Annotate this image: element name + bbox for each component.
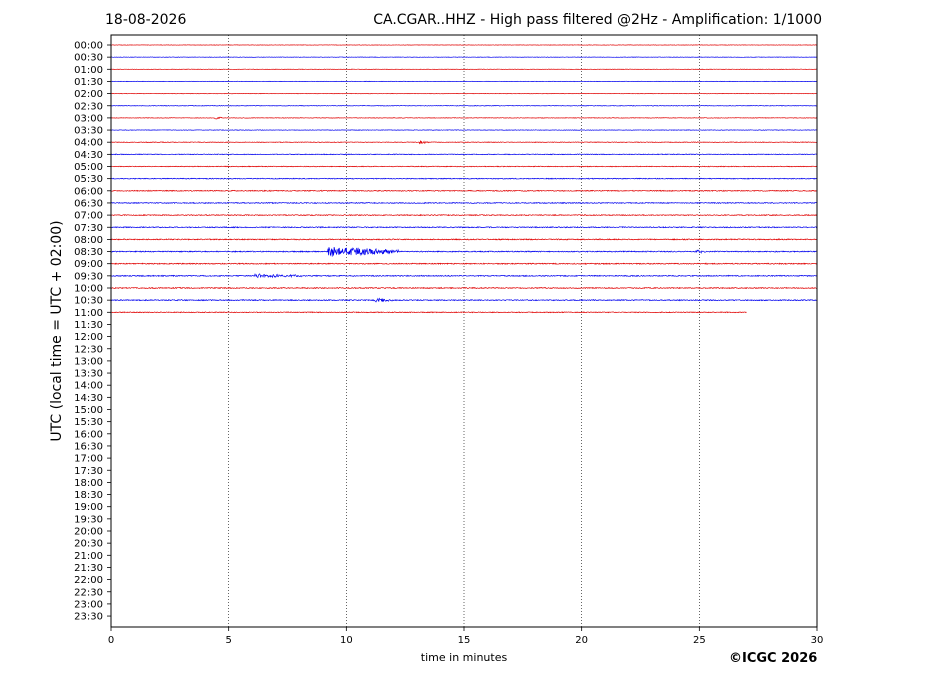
y-tick-label: 12:00	[74, 332, 103, 343]
y-tick-label: 11:00	[74, 308, 103, 319]
y-tick-label: 12:30	[74, 344, 103, 355]
y-tick-label: 05:00	[74, 162, 103, 173]
y-tick-label: 01:00	[74, 65, 103, 76]
y-tick-label: 11:30	[74, 320, 103, 331]
y-tick-label: 15:00	[74, 405, 103, 416]
trace-0500	[110, 165, 818, 168]
y-tick-label: 20:30	[74, 539, 103, 550]
y-tick-label: 02:00	[74, 89, 103, 100]
y-tick-label: 20:00	[74, 527, 103, 538]
y-tick-label: 18:00	[74, 478, 103, 489]
y-tick-label: 09:00	[74, 259, 103, 270]
trace-0230	[110, 105, 818, 107]
y-tick-label: 04:00	[74, 138, 103, 149]
x-tick-label: 10	[340, 635, 353, 646]
y-tick-label: 23:30	[74, 612, 103, 623]
y-tick-label: 19:30	[74, 514, 103, 525]
trace-0900	[110, 262, 818, 265]
y-tick-label: 16:30	[74, 441, 103, 452]
trace-0530	[110, 177, 818, 180]
y-tick-label: 22:30	[74, 587, 103, 598]
y-tick-label: 06:30	[74, 198, 103, 209]
y-tick-label: 17:30	[74, 466, 103, 477]
y-tick-label: 13:00	[74, 356, 103, 367]
copyright-label: ©ICGC 2026	[729, 651, 818, 666]
plot-frame	[110, 34, 818, 628]
y-tick-label: 02:30	[74, 101, 103, 112]
trace-0430	[110, 153, 818, 156]
trace-1030	[110, 297, 818, 303]
y-tick-label: 10:30	[74, 296, 103, 307]
y-tick-label: 00:00	[74, 41, 103, 52]
y-tick-label: 14:30	[74, 393, 103, 404]
trace-0330	[110, 129, 818, 131]
y-tick-label: 18:30	[74, 490, 103, 501]
y-tick-label: 07:00	[74, 211, 103, 222]
x-tick-label: 25	[693, 635, 706, 646]
y-tick-label: 05:30	[74, 174, 103, 185]
y-tick-label: 21:00	[74, 551, 103, 562]
trace-0700	[110, 213, 818, 217]
x-tick-label: 15	[458, 635, 471, 646]
trace-0930	[110, 273, 818, 279]
y-tick-label: 01:30	[74, 77, 103, 88]
y-tick-label: 08:00	[74, 235, 103, 246]
trace-0730	[110, 226, 818, 229]
trace-0630	[110, 201, 818, 205]
y-tick-label: 03:30	[74, 126, 103, 137]
y-tick-label: 15:30	[74, 417, 103, 428]
y-tick-label: 06:00	[74, 186, 103, 197]
y-tick-label: 17:00	[74, 454, 103, 465]
helicorder-plot: 00:0000:3001:0001:3002:0002:3003:00 03:30…	[74, 34, 824, 646]
y-tick-label: 13:30	[74, 369, 103, 380]
trace-0300	[110, 116, 818, 120]
y-tick-label: 22:00	[74, 575, 103, 586]
y-axis-label: UTC (local time = UTC + 02:00)	[49, 220, 65, 442]
y-tick-label: 08:30	[74, 247, 103, 258]
y-tick-label: 10:00	[74, 284, 103, 295]
x-tick-label: 5	[225, 635, 231, 646]
y-tick-label: 16:00	[74, 429, 103, 440]
y-tick-label: 03:00	[74, 113, 103, 124]
y-tick-label: 19:00	[74, 502, 103, 513]
trace-0800	[110, 238, 818, 241]
x-tick-label: 0	[108, 635, 114, 646]
y-tick-label: 23:00	[74, 599, 103, 610]
x-tick-label: 20	[575, 635, 588, 646]
y-tick-label: 07:30	[74, 223, 103, 234]
y-tick-label: 09:30	[74, 271, 103, 282]
y-tick-label: 21:30	[74, 563, 103, 574]
x-axis-label: time in minutes	[420, 651, 508, 664]
x-tick-label: 30	[811, 635, 824, 646]
y-tick-label: 14:00	[74, 381, 103, 392]
y-tick-label: 04:30	[74, 150, 103, 161]
trace-1100	[110, 311, 747, 314]
y-tick-label: 00:30	[74, 53, 103, 64]
